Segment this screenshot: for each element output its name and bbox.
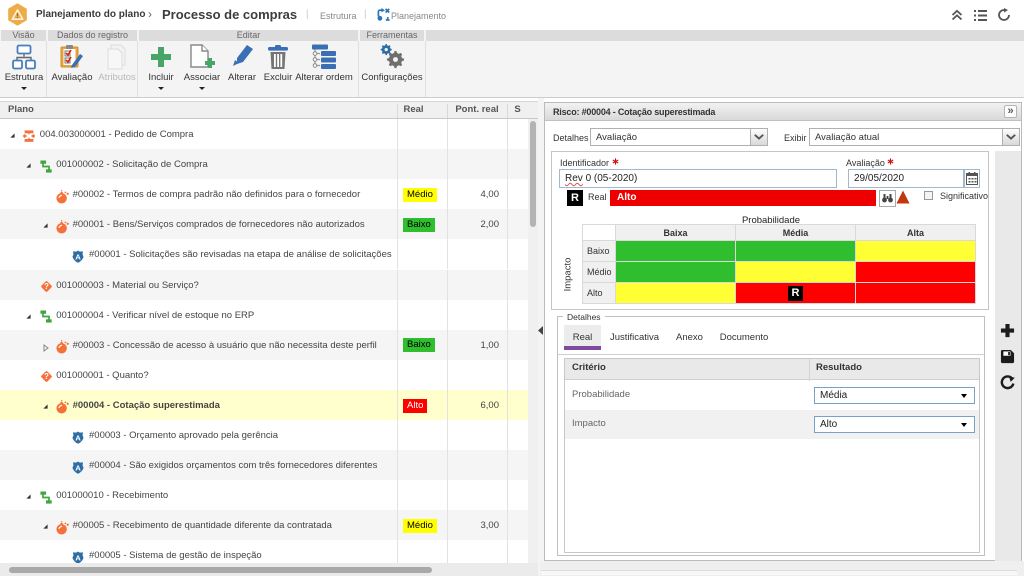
svg-text:A: A: [76, 553, 82, 562]
svg-text:?: ?: [44, 372, 49, 381]
svg-text:A: A: [76, 252, 82, 261]
svg-text:A: A: [76, 463, 82, 472]
svg-text:?: ?: [44, 282, 49, 291]
svg-text:A: A: [76, 433, 82, 442]
